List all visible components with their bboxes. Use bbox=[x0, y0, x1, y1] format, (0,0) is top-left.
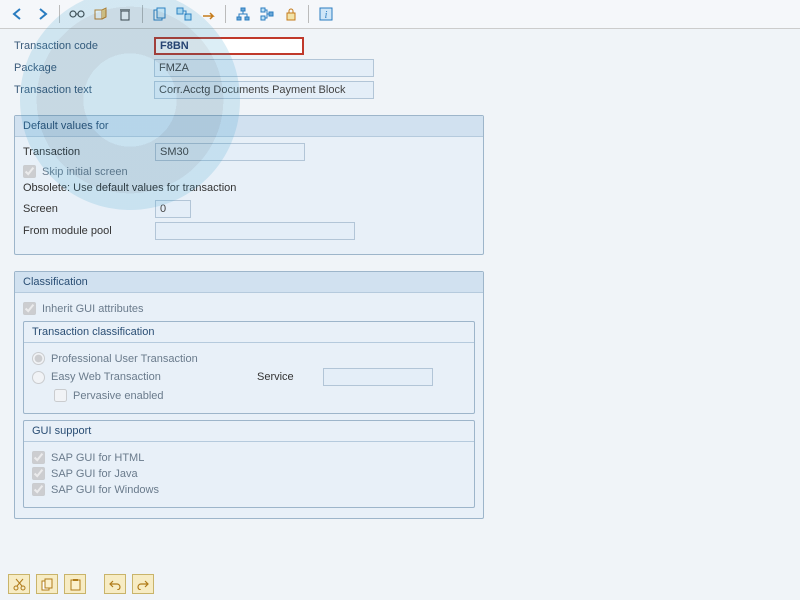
pervasive-checkbox bbox=[54, 389, 67, 402]
tcode-label: Transaction code bbox=[14, 40, 154, 52]
tcode-field[interactable] bbox=[154, 37, 304, 55]
gui-support-group: GUI support SAP GUI for HTML SAP GUI for… bbox=[23, 420, 475, 508]
defaults-title: Default values for bbox=[15, 116, 483, 137]
transaction-label: Transaction bbox=[23, 146, 155, 158]
professional-label: Professional User Transaction bbox=[51, 353, 198, 365]
gui-windows-label: SAP GUI for Windows bbox=[51, 484, 159, 496]
glasses-icon[interactable] bbox=[67, 4, 87, 24]
main-content: Transaction code Package Transaction tex… bbox=[0, 29, 800, 527]
easyweb-label: Easy Web Transaction bbox=[51, 371, 251, 383]
display-change-icon[interactable] bbox=[91, 4, 111, 24]
paste-icon[interactable] bbox=[64, 574, 86, 594]
skip-initial-label: Skip initial screen bbox=[42, 166, 128, 178]
toolbar-separator bbox=[59, 5, 60, 23]
classification-title: Classification bbox=[15, 272, 483, 293]
gui-java-label: SAP GUI for Java bbox=[51, 468, 138, 480]
hierarchy-icon[interactable] bbox=[233, 4, 253, 24]
screen-field bbox=[155, 200, 191, 218]
copy-icon[interactable] bbox=[150, 4, 170, 24]
module-pool-field bbox=[155, 222, 355, 240]
skip-initial-checkbox bbox=[23, 165, 36, 178]
screen-label: Screen bbox=[23, 203, 155, 215]
gui-support-title: GUI support bbox=[24, 421, 474, 442]
gui-html-label: SAP GUI for HTML bbox=[51, 452, 144, 464]
transport-icon[interactable] bbox=[198, 4, 218, 24]
service-label: Service bbox=[257, 371, 317, 383]
transaction-field bbox=[155, 143, 305, 161]
toolbar-separator bbox=[308, 5, 309, 23]
gui-html-checkbox bbox=[32, 451, 45, 464]
toolbar-separator bbox=[142, 5, 143, 23]
inherit-gui-checkbox bbox=[23, 302, 36, 315]
redo-icon[interactable] bbox=[132, 574, 154, 594]
variant-icon[interactable] bbox=[174, 4, 194, 24]
classification-groupbox: Classification Inherit GUI attributes Tr… bbox=[14, 271, 484, 519]
bottom-toolbar bbox=[8, 574, 154, 594]
back-icon[interactable] bbox=[8, 4, 28, 24]
undo-icon[interactable] bbox=[104, 574, 126, 594]
module-pool-label: From module pool bbox=[23, 225, 155, 237]
trans-class-group: Transaction classification Professional … bbox=[23, 321, 475, 414]
toolbar-separator bbox=[225, 5, 226, 23]
cut-icon[interactable] bbox=[8, 574, 30, 594]
package-field bbox=[154, 59, 374, 77]
professional-radio bbox=[32, 352, 45, 365]
delete-icon[interactable] bbox=[115, 4, 135, 24]
defaults-groupbox: Default values for Transaction Skip init… bbox=[14, 115, 484, 255]
inherit-gui-label: Inherit GUI attributes bbox=[42, 303, 144, 315]
gui-windows-checkbox bbox=[32, 483, 45, 496]
svg-text:i: i bbox=[325, 10, 328, 21]
package-label: Package bbox=[14, 62, 154, 74]
obsolete-note: Obsolete: Use default values for transac… bbox=[23, 182, 475, 194]
where-used-icon[interactable] bbox=[257, 4, 277, 24]
info-icon[interactable]: i bbox=[316, 4, 336, 24]
transaction-text-field bbox=[154, 81, 374, 99]
spacer bbox=[92, 574, 98, 594]
copy2-icon[interactable] bbox=[36, 574, 58, 594]
pervasive-label: Pervasive enabled bbox=[73, 390, 164, 402]
service-field bbox=[323, 368, 433, 386]
easyweb-radio bbox=[32, 371, 45, 384]
trans-class-title: Transaction classification bbox=[24, 322, 474, 343]
forward-icon[interactable] bbox=[32, 4, 52, 24]
text-label: Transaction text bbox=[14, 84, 154, 96]
app-toolbar: i bbox=[0, 0, 800, 29]
gui-java-checkbox bbox=[32, 467, 45, 480]
lock-icon[interactable] bbox=[281, 4, 301, 24]
